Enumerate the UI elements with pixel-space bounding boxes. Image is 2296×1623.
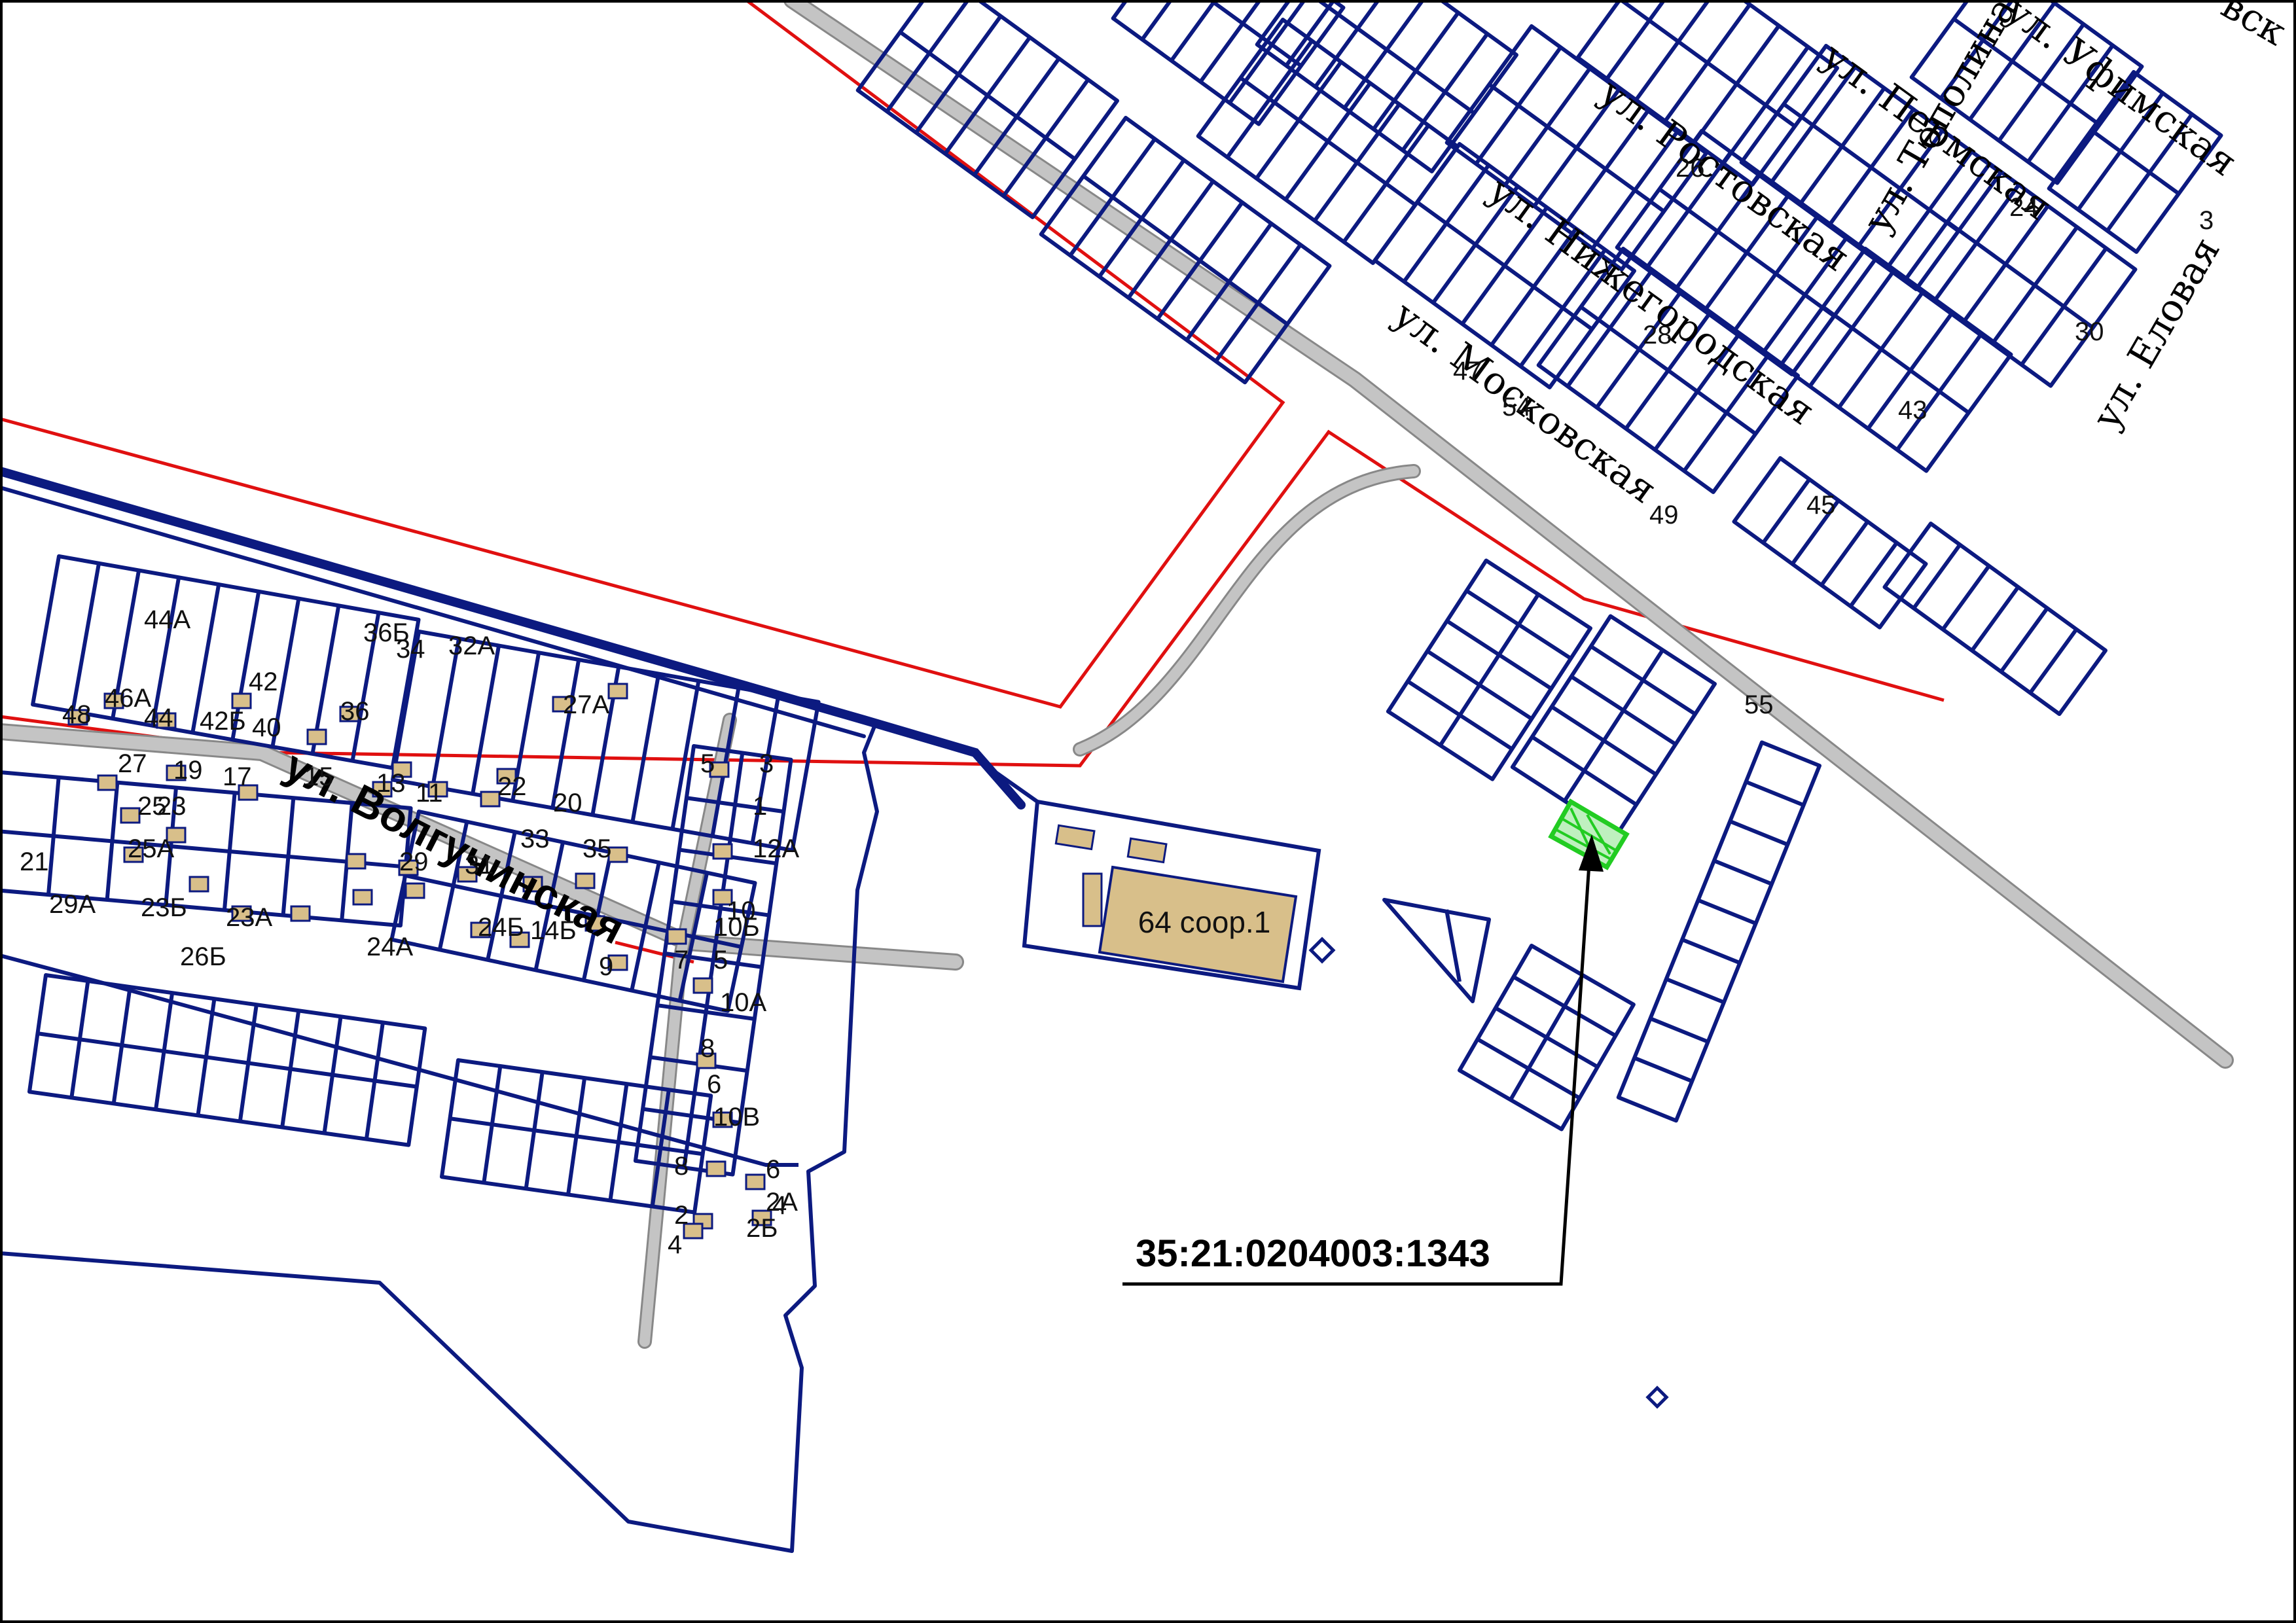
house-number-label: 27	[118, 749, 147, 778]
building-38	[692, 977, 713, 994]
house-number-label: 43	[1898, 396, 1928, 425]
house-number-label: 24А	[367, 933, 413, 961]
building-3	[231, 692, 252, 709]
house-number-label: 44А	[144, 605, 190, 634]
house-number-label: 23А	[226, 903, 272, 932]
house-number-label: 54	[1502, 393, 1532, 421]
house-number-label: 23Б	[141, 893, 187, 922]
house-number-label: 20	[553, 789, 583, 817]
house-number-label: 5	[700, 749, 715, 778]
house-number-label: 2Б	[746, 1214, 778, 1243]
house-number-label: 2А	[766, 1188, 798, 1217]
house-number-label: 9	[599, 952, 613, 981]
cadastral-number-label: 35:21:0204003:1343	[1136, 1232, 1490, 1275]
house-number-label: 48	[62, 700, 92, 729]
house-number-label: 27А	[563, 690, 609, 719]
house-number-label: 6	[766, 1155, 780, 1184]
house-number-label: 13	[376, 769, 406, 798]
house-number-label: 34	[396, 635, 425, 664]
building-4	[306, 728, 327, 745]
building-25	[188, 876, 209, 893]
house-number-label: 7	[674, 946, 689, 974]
building-18	[346, 853, 367, 870]
building-34	[666, 928, 687, 945]
house-number-label: 36	[340, 697, 370, 726]
house-number-label: 26Б	[180, 942, 226, 971]
house-number-label: 47	[1453, 357, 1482, 385]
cadastral-map: 64 соор.1 35:21:0204003:1343 ул. Волгучи…	[0, 0, 2296, 1623]
house-number-label: 29	[399, 847, 429, 876]
building-27	[290, 905, 311, 922]
house-number-label: 26	[1676, 154, 1705, 183]
house-number-label: 3	[759, 749, 774, 778]
house-number-label: 19	[173, 756, 203, 785]
house-number-label: 29А	[49, 890, 96, 919]
house-number-label: 23	[157, 792, 187, 821]
house-number-label: 24Б	[478, 913, 524, 942]
house-number-label: 21	[20, 847, 49, 876]
house-number-label: 30	[2075, 317, 2104, 346]
building-10	[97, 774, 118, 791]
house-number-label: 10В	[713, 1103, 760, 1132]
house-number-label: 35	[583, 834, 612, 863]
building-41	[706, 1160, 726, 1177]
building-29	[404, 882, 425, 899]
building-15	[480, 791, 501, 808]
house-number-label: 49	[1649, 501, 1679, 529]
house-number-label: 6	[707, 1070, 721, 1099]
building-16	[120, 807, 141, 824]
house-number-label: 42Б	[200, 707, 246, 736]
house-number-label: 33	[520, 825, 550, 853]
facility-label: 64 соор.1	[1138, 905, 1271, 939]
house-number-label: 28	[1643, 321, 1672, 349]
house-number-label: 14Б	[530, 916, 577, 945]
building-36	[712, 843, 733, 860]
house-number-label: 10	[726, 897, 756, 925]
facility-building-small-3	[1082, 872, 1103, 927]
house-number-label: 2	[674, 1201, 689, 1230]
house-number-label: 4	[668, 1230, 682, 1259]
map-canvas[interactable]: 64 соор.1 35:21:0204003:1343 ул. Волгучи…	[0, 0, 2296, 1623]
house-number-label: 45	[1806, 491, 1836, 520]
house-number-label: 42	[249, 668, 278, 696]
house-number-label: 8	[700, 1034, 715, 1063]
house-number-label: 17	[223, 762, 252, 791]
house-number-label: 44	[144, 704, 173, 732]
house-number-label: 32А	[448, 632, 495, 660]
house-number-label: 3	[2199, 206, 2214, 235]
house-number-label: 55	[1744, 690, 1774, 719]
house-number-label: 10А	[720, 988, 766, 1017]
house-number-label: 12А	[753, 834, 799, 863]
building-43	[745, 1173, 766, 1190]
house-number-label: 22	[497, 772, 527, 801]
house-number-label: 40	[252, 713, 281, 742]
house-number-label: 31	[465, 851, 494, 880]
house-number-label: 24	[2009, 193, 2039, 222]
house-number-label: 25А	[128, 834, 174, 863]
house-number-label: 5	[713, 946, 728, 974]
building-9	[607, 683, 628, 700]
house-number-label: 8	[674, 1152, 689, 1181]
house-number-label: 1	[753, 792, 767, 821]
building-28	[352, 889, 373, 906]
house-number-label: 11	[416, 779, 443, 808]
house-number-label: 15	[304, 762, 334, 791]
